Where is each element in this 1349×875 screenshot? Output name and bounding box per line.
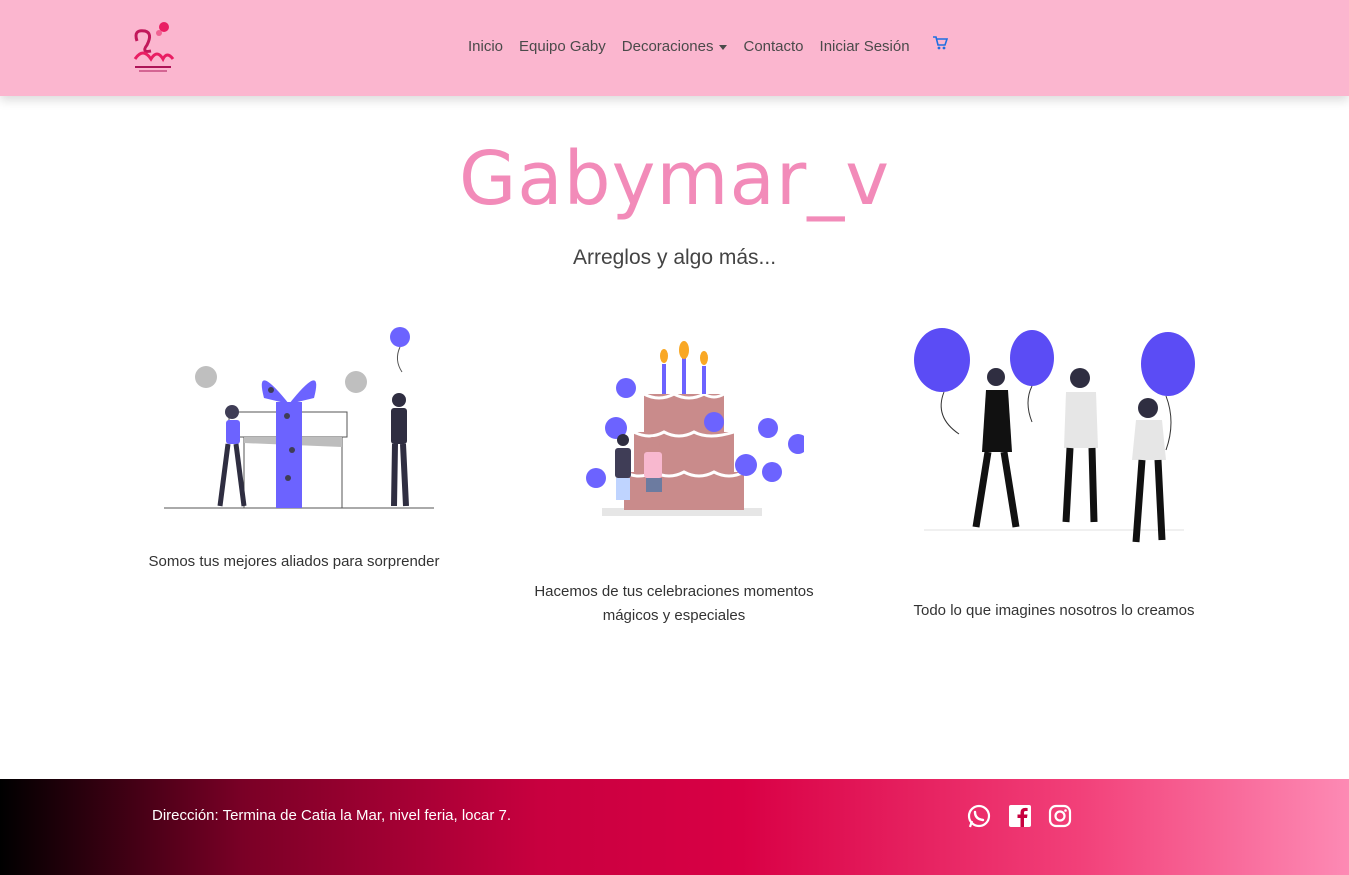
feature-card-3: Todo lo que imagines nosotros lo creamos (904, 322, 1204, 623)
page-subtitle: Arreglos y algo más... (572, 246, 777, 269)
nav-iniciar-sesion[interactable]: Iniciar Sesión (820, 38, 910, 55)
gift-illustration (164, 327, 434, 509)
card-3-text: Todo lo que imagines nosotros lo creamos (913, 602, 1195, 619)
page-title: Gabymar_v (458, 136, 891, 222)
balloons-party-illustration (914, 328, 1195, 543)
nav-equipo-gaby[interactable]: Equipo Gaby (519, 38, 606, 55)
feature-card-2: Hacemos de tus celebraciones momentos má… (524, 332, 824, 628)
footer: Dirección: Termina de Catia la Mar, nive… (0, 779, 1349, 875)
nav-contacto[interactable]: Contacto (743, 38, 803, 55)
brand-logo[interactable] (131, 19, 175, 73)
footer-address: Dirección: Termina de Catia la Mar, nive… (152, 807, 512, 824)
cart-icon[interactable] (932, 35, 948, 51)
nav-menu: Inicio Equipo Gaby Decoraciones Contacto… (468, 35, 948, 55)
birthday-cake-illustration (586, 341, 804, 516)
whatsapp-icon[interactable] (966, 803, 992, 829)
navbar: Inicio Equipo Gaby Decoraciones Contacto… (0, 0, 1349, 96)
feature-card-1: Somos tus mejores aliados para sorprende… (134, 320, 454, 574)
card-1-text: Somos tus mejores aliados para sorprende… (148, 553, 440, 570)
nav-inicio[interactable]: Inicio (468, 38, 503, 55)
caret-down-icon (719, 44, 728, 50)
instagram-icon[interactable] (1047, 803, 1073, 829)
nav-decoraciones-dropdown[interactable]: Decoraciones (622, 38, 728, 55)
facebook-icon[interactable] (1007, 803, 1033, 829)
nav-decoraciones-label: Decoraciones (621, 38, 714, 55)
card-2-text: Hacemos de tus celebraciones momentos má… (534, 583, 814, 624)
